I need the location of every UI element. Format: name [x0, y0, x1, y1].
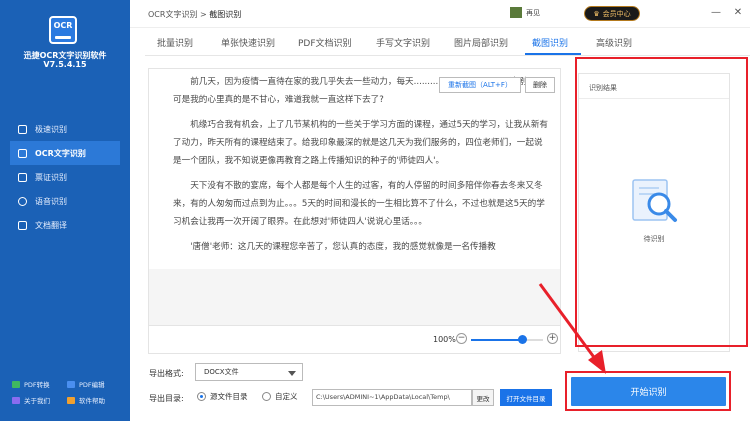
zoom-bar: 100% − + — [149, 325, 560, 353]
radio-source-dir[interactable]: 源文件目录 — [197, 391, 248, 402]
tab-single-fast[interactable]: 单张快速识别 — [221, 36, 275, 49]
topbar: OCR文字识别 > 截图识别 再见 ♛ 会员中心 — ✕ — [130, 0, 750, 28]
sidebar-item-ocr[interactable]: OCR文字识别 — [10, 141, 120, 165]
tab-bar: 批量识别 单张快速识别 PDF文档识别 手写文字识别 图片局部识别 截图识别 高… — [145, 32, 750, 56]
about-icon — [12, 396, 20, 404]
crown-icon: ♛ — [593, 9, 600, 18]
sidebar-item-label: 极速识别 — [35, 124, 67, 134]
export-path-field[interactable]: C:\Users\ADMINI~1\AppData\Local\Temp\ — [312, 389, 472, 406]
feedback-label: 再见 — [526, 8, 540, 17]
export-format-select[interactable]: DOCX文件 — [195, 363, 303, 381]
vip-label: 会员中心 — [602, 9, 631, 18]
ticket-icon — [18, 172, 27, 182]
sidebar-item-translate[interactable]: 文档翻译 — [10, 213, 120, 237]
sidebar-bottom-links: PDF转换 PDF编辑 关于我们 软件帮助 — [12, 376, 122, 408]
breadcrumb-root[interactable]: OCR文字识别 — [148, 10, 197, 19]
radio-checked-icon — [197, 392, 206, 401]
export-format-value: DOCX文件 — [204, 368, 239, 376]
logo-bar — [55, 36, 71, 39]
tab-screenshot[interactable]: 截图识别 — [532, 36, 568, 49]
tab-advanced[interactable]: 高级识别 — [596, 36, 632, 49]
about-label: 关于我们 — [24, 397, 50, 405]
close-button[interactable]: ✕ — [732, 7, 744, 19]
open-dir-button[interactable]: 打开文件目录 — [500, 389, 552, 406]
sidebar-nav: 极速识别 OCR文字识别 票证识别 语音识别 文档翻译 — [10, 117, 120, 237]
change-dir-button[interactable]: 更改 — [472, 389, 494, 406]
ocr-icon — [18, 148, 27, 158]
radio-custom-dir[interactable]: 自定义 — [262, 391, 298, 402]
pdf-convert-label: PDF转换 — [24, 381, 50, 389]
translate-icon — [18, 220, 27, 230]
sidebar-item-fast[interactable]: 极速识别 — [10, 117, 120, 141]
sidebar-item-label: 语音识别 — [35, 196, 67, 206]
chevron-down-icon — [288, 371, 296, 376]
avatar-icon — [510, 7, 522, 18]
sidebar-item-ticket[interactable]: 票证识别 — [10, 165, 120, 189]
help-icon — [67, 396, 75, 404]
breadcrumb-current: 截图识别 — [209, 10, 242, 19]
radio-custom-label: 自定义 — [275, 392, 298, 401]
zoom-level-text: 100% — [433, 335, 456, 344]
help-link[interactable]: 软件帮助 — [67, 395, 122, 405]
app-logo-icon: OCR — [49, 16, 77, 44]
radio-source-label: 源文件目录 — [210, 392, 248, 401]
tab-batch[interactable]: 批量识别 — [157, 36, 193, 49]
zoom-slider-fill — [471, 339, 523, 341]
breadcrumb-separator: > — [200, 10, 207, 19]
export-format-label: 导出格式: — [149, 369, 184, 378]
delete-button[interactable]: 删除 — [525, 77, 555, 93]
radio-unchecked-icon — [262, 392, 271, 401]
logo-text: OCR — [53, 21, 73, 30]
screenshot-preview-panel: 前几天，因为疫情一直待在家的我几乎失去一些动力，每天..............… — [148, 68, 561, 354]
active-tab-indicator — [525, 53, 581, 55]
tab-pdf[interactable]: PDF文档识别 — [298, 36, 352, 49]
zoom-out-button[interactable]: − — [456, 333, 467, 344]
minimize-button[interactable]: — — [710, 7, 722, 19]
export-dir-label: 导出目录: — [149, 394, 184, 403]
sidebar-item-voice[interactable]: 语音识别 — [10, 189, 120, 213]
pdf-edit-link[interactable]: PDF编辑 — [67, 379, 122, 389]
help-label: 软件帮助 — [79, 397, 105, 405]
pdf-edit-icon — [67, 380, 75, 388]
pdf-edit-label: PDF编辑 — [79, 381, 105, 389]
preview-overlay — [149, 69, 560, 325]
annotation-arrow-icon — [538, 283, 606, 374]
feedback-button[interactable]: 再见 — [510, 7, 540, 18]
tab-partial-image[interactable]: 图片局部识别 — [454, 36, 508, 49]
sidebar-item-label: OCR文字识别 — [35, 148, 86, 158]
sidebar: OCR 迅捷OCR文字识别软件 V7.5.4.15 极速识别 OCR文字识别 票… — [0, 0, 130, 421]
microphone-icon — [18, 196, 27, 206]
app-version: V7.5.4.15 — [43, 60, 87, 69]
pdf-convert-link[interactable]: PDF转换 — [12, 379, 67, 389]
pdf-convert-icon — [12, 380, 20, 388]
vip-center-button[interactable]: ♛ 会员中心 — [584, 6, 640, 21]
about-link[interactable]: 关于我们 — [12, 395, 67, 405]
lightning-icon — [18, 124, 27, 134]
sidebar-item-label: 票证识别 — [35, 172, 67, 182]
sidebar-item-label: 文档翻译 — [35, 220, 67, 230]
breadcrumb: OCR文字识别 > 截图识别 — [148, 9, 241, 20]
tab-handwriting[interactable]: 手写文字识别 — [376, 36, 430, 49]
zoom-slider-knob[interactable] — [518, 335, 528, 344]
recapture-button[interactable]: 重新截图（ALT+F） — [439, 77, 521, 93]
